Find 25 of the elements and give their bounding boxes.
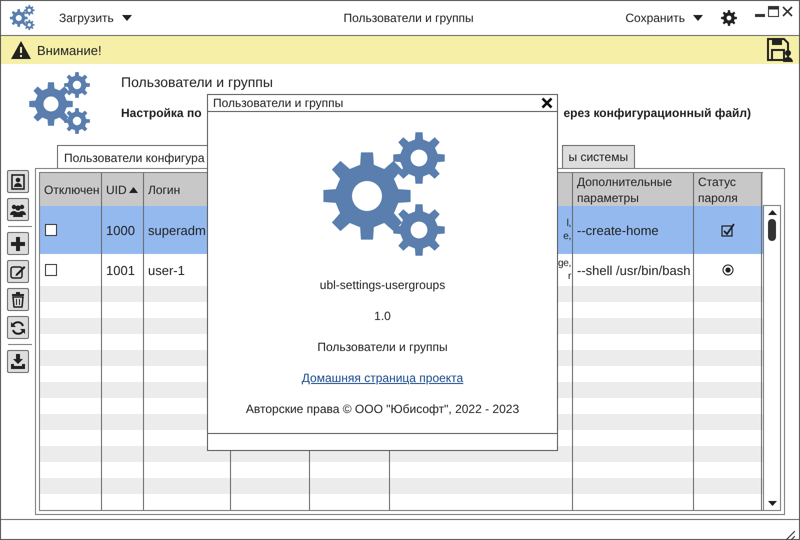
table-cell: --shell /usr/bin/bash — [577, 262, 690, 278]
table-cell: user-1 — [148, 262, 185, 278]
window-title: Пользователи и группы — [342, 11, 475, 25]
column-header: Отключен — [44, 182, 100, 198]
page-subtitle: ерез конфигурационный файл) — [563, 106, 751, 120]
table-cell: superadm — [148, 222, 206, 238]
table-cell: r — [568, 270, 571, 283]
column-header: Логин — [148, 182, 180, 198]
table-cell: e, — [563, 230, 571, 243]
table-cell: l, — [566, 217, 571, 230]
column-header: UID — [106, 182, 127, 198]
table-cell: 1000 — [106, 222, 135, 238]
page-subtitle: Настройка по — [121, 106, 202, 120]
page-title: Пользователи и группы — [121, 74, 274, 90]
table-cell: --create-home — [577, 222, 659, 238]
column-header: Дополнительные параметры — [577, 174, 673, 206]
copyright-text: Авторские права © ООО "Юбисофт", 2022 - 2023 — [246, 402, 520, 418]
app-id: ubl-settings-usergroups — [320, 278, 446, 294]
dialog-title: Пользователи и группы — [213, 96, 344, 110]
column-header: Статус пароля — [698, 174, 739, 206]
warning-text: Внимание! — [37, 42, 103, 58]
table-cell: 1001 — [106, 262, 135, 278]
table-cell: ge, — [558, 257, 571, 270]
version-text: 1.0 — [374, 308, 391, 325]
app-name: Пользователи и группы — [317, 340, 448, 356]
